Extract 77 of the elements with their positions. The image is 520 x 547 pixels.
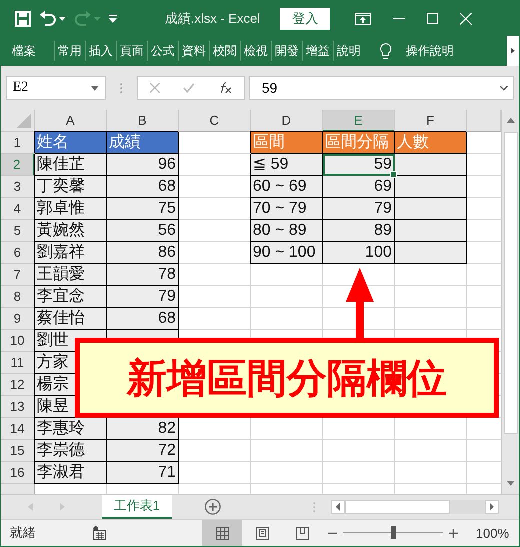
table-cell[interactable]: 郭卓惟 bbox=[35, 198, 107, 220]
row-header[interactable]: 1 bbox=[1, 132, 35, 154]
table-cell[interactable]: 李惠玲 bbox=[35, 418, 107, 440]
row-header[interactable]: 16 bbox=[1, 462, 35, 484]
table-cell[interactable]: 79 bbox=[323, 198, 395, 220]
table-cell[interactable]: 90 ~ 100 bbox=[251, 242, 323, 264]
table-cell[interactable]: 劉嘉祥 bbox=[35, 242, 107, 264]
zoom-level[interactable]: 100% bbox=[476, 526, 510, 540]
window-title: 成績.xlsx - Excel bbox=[165, 10, 260, 28]
ribbon-tab[interactable]: 校閱 bbox=[209, 41, 240, 61]
ribbon-tab[interactable]: 檔案 bbox=[1, 41, 54, 61]
row-header[interactable]: 13 bbox=[1, 396, 35, 418]
ribbon-tab[interactable]: 增益 bbox=[302, 41, 333, 61]
table-cell[interactable]: 72 bbox=[107, 440, 179, 462]
row-header[interactable]: 8 bbox=[1, 286, 35, 308]
cell-reference: E2 bbox=[13, 80, 29, 96]
column-header[interactable]: F bbox=[395, 110, 467, 132]
status-text: 就緒 bbox=[10, 524, 36, 542]
table-cell[interactable]: 82 bbox=[107, 418, 179, 440]
row-header[interactable]: 12 bbox=[1, 374, 35, 396]
sheet-tab[interactable]: 工作表1 bbox=[102, 495, 172, 519]
ribbon-tab[interactable]: 公式 bbox=[147, 41, 178, 61]
formula-field[interactable]: 59 bbox=[249, 76, 514, 100]
table-cell[interactable]: 陳佳芷 bbox=[35, 154, 107, 176]
table-cell[interactable]: 80 ~ 89 bbox=[251, 220, 323, 242]
table-cell[interactable]: 71 bbox=[107, 462, 179, 484]
column-header[interactable]: A bbox=[35, 110, 107, 132]
row-header[interactable]: 6 bbox=[1, 242, 35, 264]
table-cell[interactable]: 59 bbox=[323, 154, 395, 176]
row-header[interactable]: 3 bbox=[1, 176, 35, 198]
row-header[interactable]: 10 bbox=[1, 330, 35, 352]
table-cell[interactable]: 79 bbox=[107, 286, 179, 308]
column-header[interactable]: C bbox=[179, 110, 251, 132]
table-cell[interactable]: 96 bbox=[107, 154, 179, 176]
row-header[interactable]: 15 bbox=[1, 440, 35, 462]
table-cell[interactable]: 56 bbox=[107, 220, 179, 242]
ribbon-tab[interactable]: 插入 bbox=[85, 41, 116, 61]
row-header[interactable]: 9 bbox=[1, 308, 35, 330]
table-cell[interactable]: 75 bbox=[107, 198, 179, 220]
sign-in-button[interactable]: 登入 bbox=[280, 8, 330, 30]
row-header[interactable]: 11 bbox=[1, 352, 35, 374]
column-header[interactable]: E bbox=[323, 110, 395, 132]
row-header[interactable]: 5 bbox=[1, 220, 35, 242]
row-header[interactable]: 2 bbox=[1, 154, 35, 176]
table-cell[interactable]: 王韻愛 bbox=[35, 264, 107, 286]
table-cell[interactable]: 86 bbox=[107, 242, 179, 264]
ribbon-tab[interactable]: 常用 bbox=[54, 41, 85, 61]
ribbon-tab[interactable]: 頁面 bbox=[116, 41, 147, 61]
table-cell[interactable]: 李崇德 bbox=[35, 440, 107, 462]
table-cell[interactable]: 黃婉然 bbox=[35, 220, 107, 242]
table-cell[interactable]: 李宜念 bbox=[35, 286, 107, 308]
table-cell[interactable]: 68 bbox=[107, 308, 179, 330]
table-cell[interactable]: 60 ~ 69 bbox=[251, 176, 323, 198]
ribbon-tab[interactable]: 資料 bbox=[178, 41, 209, 61]
table-cell[interactable]: 89 bbox=[323, 220, 395, 242]
table-cell[interactable]: 姓名 bbox=[35, 132, 107, 154]
row-header[interactable]: 14 bbox=[1, 418, 35, 440]
row-header[interactable]: 7 bbox=[1, 264, 35, 286]
ribbon-tab[interactable]: 開發 bbox=[271, 41, 302, 61]
table-cell[interactable]: ≦ 59 bbox=[251, 154, 323, 176]
ribbon-tab[interactable]: 說明 bbox=[333, 41, 364, 61]
column-header[interactable]: B bbox=[107, 110, 179, 132]
callout-tooltip: 新增區間分隔欄位 bbox=[75, 338, 499, 418]
table-cell[interactable]: 78 bbox=[107, 264, 179, 286]
row-header[interactable]: 4 bbox=[1, 198, 35, 220]
tell-me-field[interactable]: 操作說明 bbox=[406, 42, 454, 60]
ribbon-tab[interactable]: 檢視 bbox=[240, 41, 271, 61]
table-cell[interactable]: 69 bbox=[323, 176, 395, 198]
table-cell[interactable]: 李淑君 bbox=[35, 462, 107, 484]
table-cell[interactable]: 丁奕馨 bbox=[35, 176, 107, 198]
table-cell[interactable]: 蔡佳怡 bbox=[35, 308, 107, 330]
table-cell[interactable]: 68 bbox=[107, 176, 179, 198]
name-box[interactable]: E2 bbox=[6, 76, 106, 100]
column-header[interactable]: D bbox=[251, 110, 323, 132]
table-cell[interactable]: 成績 bbox=[107, 132, 179, 154]
table-cell[interactable]: 70 ~ 79 bbox=[251, 198, 323, 220]
table-cell[interactable]: 100 bbox=[323, 242, 395, 264]
